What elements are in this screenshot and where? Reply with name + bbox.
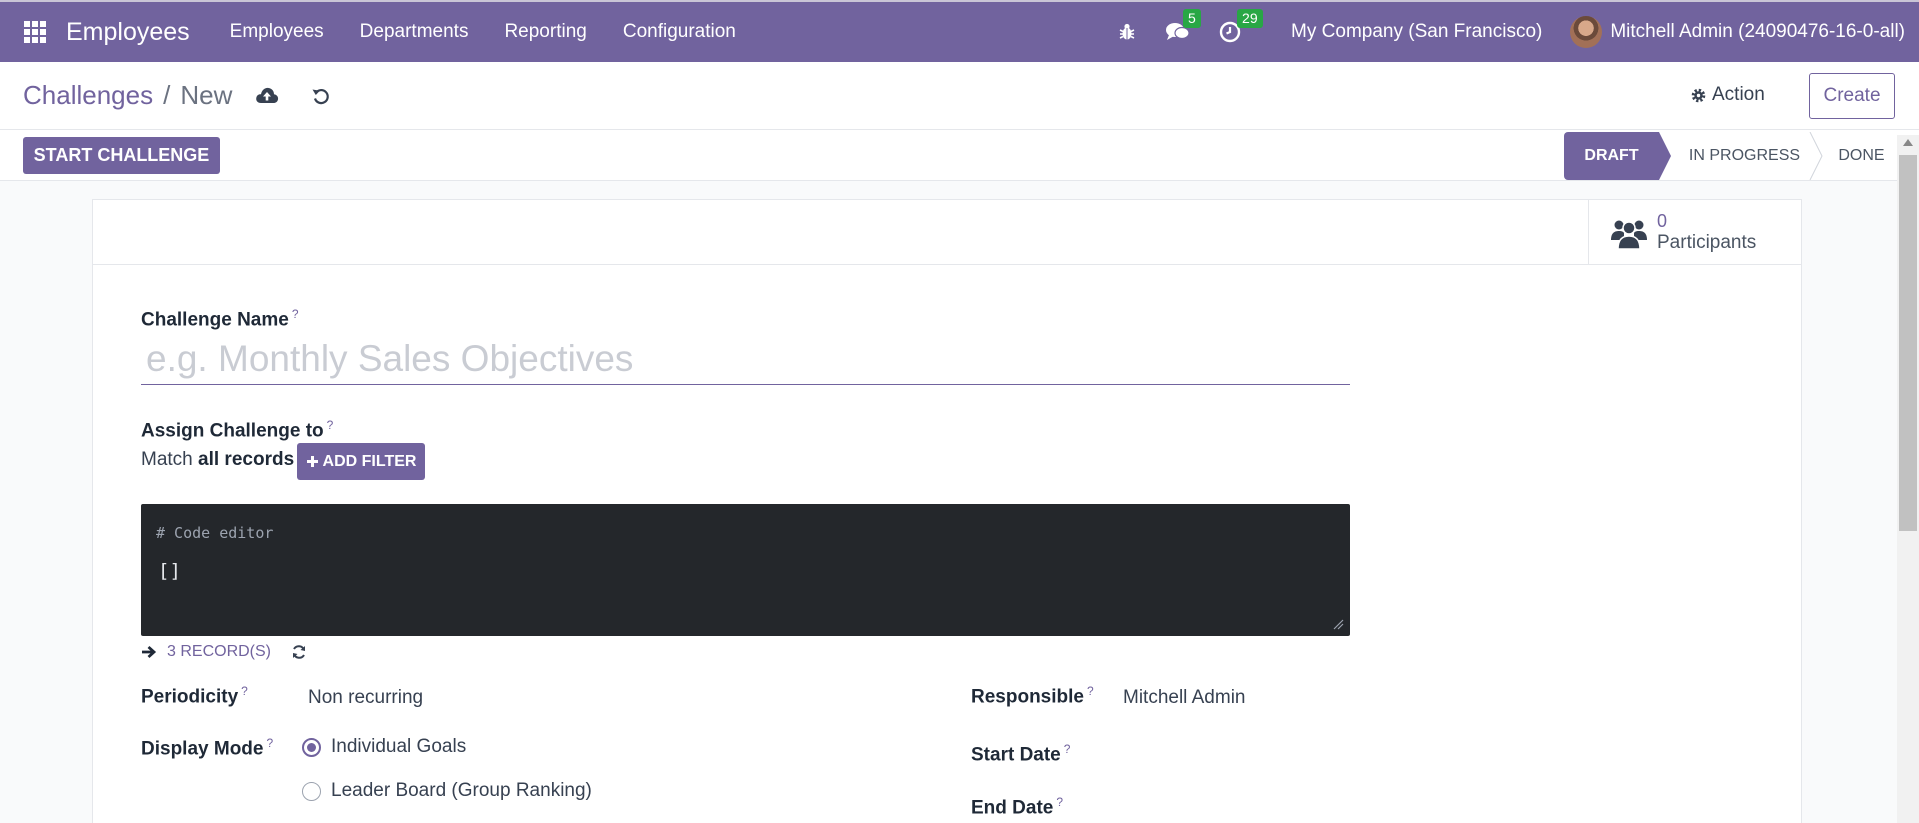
code-editor-value[interactable]: [] [158,560,181,582]
systray: 5 29 My Company (San Francisco) Mitchell… [1117,2,1919,62]
debug-bug-icon[interactable] [1117,22,1137,42]
breadcrumb-current: New [180,80,233,110]
participants-stat: 0 Participants [1657,211,1756,254]
resize-handle-icon[interactable] [1332,618,1344,630]
option-individual-goals[interactable]: Individual Goals [331,736,466,758]
participants-label: Participants [1657,232,1757,253]
arrow-right-icon [142,645,157,659]
challenge-name-input[interactable] [141,333,1350,385]
plus-icon [306,456,318,467]
menu-configuration[interactable]: Configuration [605,21,754,43]
responsible-field[interactable]: Mitchell Admin [1123,687,1246,709]
add-filter-button[interactable]: ADD FILTER [297,443,425,480]
refresh-icon[interactable] [291,644,307,660]
stage-in-progress[interactable]: IN PROGRESS [1659,132,1814,180]
display-mode-help[interactable]: ? [266,736,273,750]
create-button[interactable]: Create [1809,73,1895,119]
end-date-help[interactable]: ? [1056,795,1063,809]
top-navbar: Employees Employees Departments Reportin… [0,0,1919,62]
user-menu[interactable]: Mitchell Admin (24090476-16-0-all) [1610,21,1905,43]
display-mode-label: Display Mode? [141,736,274,760]
menu-employees[interactable]: Employees [212,21,342,43]
code-editor-comment: # Code editor [156,524,274,542]
scroll-thumb[interactable] [1899,155,1917,531]
users-group-icon [1611,220,1647,250]
messages-chat-icon[interactable]: 5 [1165,9,1201,43]
breadcrumb-separator: / [163,80,171,110]
scroll-up-arrow[interactable] [1903,139,1913,146]
stage-done[interactable]: DONE [1814,132,1897,180]
start-date-label: Start Date? [971,742,1071,766]
page-scrollbar[interactable] [1897,135,1919,823]
records-count-link[interactable]: 3 RECORD(S) [167,643,271,661]
action-menu-button[interactable]: Action [1690,84,1765,106]
button-box: 0 Participants [93,200,1801,265]
messages-badge: 5 [1183,9,1201,28]
assign-challenge-label: Assign Challenge to? [141,418,334,442]
activities-badge: 29 [1237,9,1263,28]
menu-departments[interactable]: Departments [342,21,487,43]
company-switcher[interactable]: My Company (San Francisco) [1291,21,1542,43]
action-label: Action [1712,84,1765,105]
menu-reporting[interactable]: Reporting [486,21,604,43]
end-date-label: End Date? [971,795,1064,819]
save-cloud-icon[interactable] [255,86,279,109]
participants-count: 0 [1657,211,1668,231]
code-editor[interactable]: # Code editor [] [141,504,1350,636]
domain-match-text: Match all records [141,449,295,470]
app-title[interactable]: Employees [66,18,190,47]
radio-leader-board[interactable] [302,782,321,801]
responsible-label: Responsible? [971,684,1094,708]
control-panel: Challenges / New Action Create [0,62,1919,130]
stage-draft[interactable]: DRAFT [1564,132,1671,180]
main-menu: Employees Departments Reporting Configur… [212,21,754,43]
domain-records: 3 RECORD(S) [141,643,307,661]
participants-stat-button[interactable]: 0 Participants [1588,200,1801,265]
challenge-name-label: Challenge Name? [141,307,299,331]
activities-clock-icon[interactable]: 29 [1219,9,1263,43]
add-filter-label: ADD FILTER [322,452,417,470]
challenge-name-help[interactable]: ? [292,307,299,321]
option-leader-board[interactable]: Leader Board (Group Ranking) [331,780,592,802]
breadcrumb-challenges-link[interactable]: Challenges [23,80,153,111]
discard-undo-icon[interactable] [311,86,331,111]
periodicity-label: Periodicity? [141,684,248,708]
apps-menu-icon[interactable] [24,21,46,43]
form-sheet: 0 Participants Challenge Name? Assign Ch… [92,199,1802,823]
start-date-help[interactable]: ? [1064,742,1071,756]
breadcrumb: Challenges / New [23,80,232,111]
stage-widget: DRAFT IN PROGRESS DONE [1564,132,1897,180]
start-challenge-button[interactable]: START CHALLENGE [23,137,220,174]
status-bar: START CHALLENGE DRAFT IN PROGRESS DONE [0,130,1919,181]
periodicity-help[interactable]: ? [241,684,248,698]
user-avatar[interactable] [1570,16,1603,48]
radio-individual-goals[interactable] [302,738,321,757]
gear-icon [1691,88,1706,102]
match-all-records: all records [198,449,295,470]
periodicity-select[interactable]: Non recurring [308,687,423,709]
responsible-help[interactable]: ? [1087,684,1094,698]
assign-challenge-help[interactable]: ? [327,418,334,432]
